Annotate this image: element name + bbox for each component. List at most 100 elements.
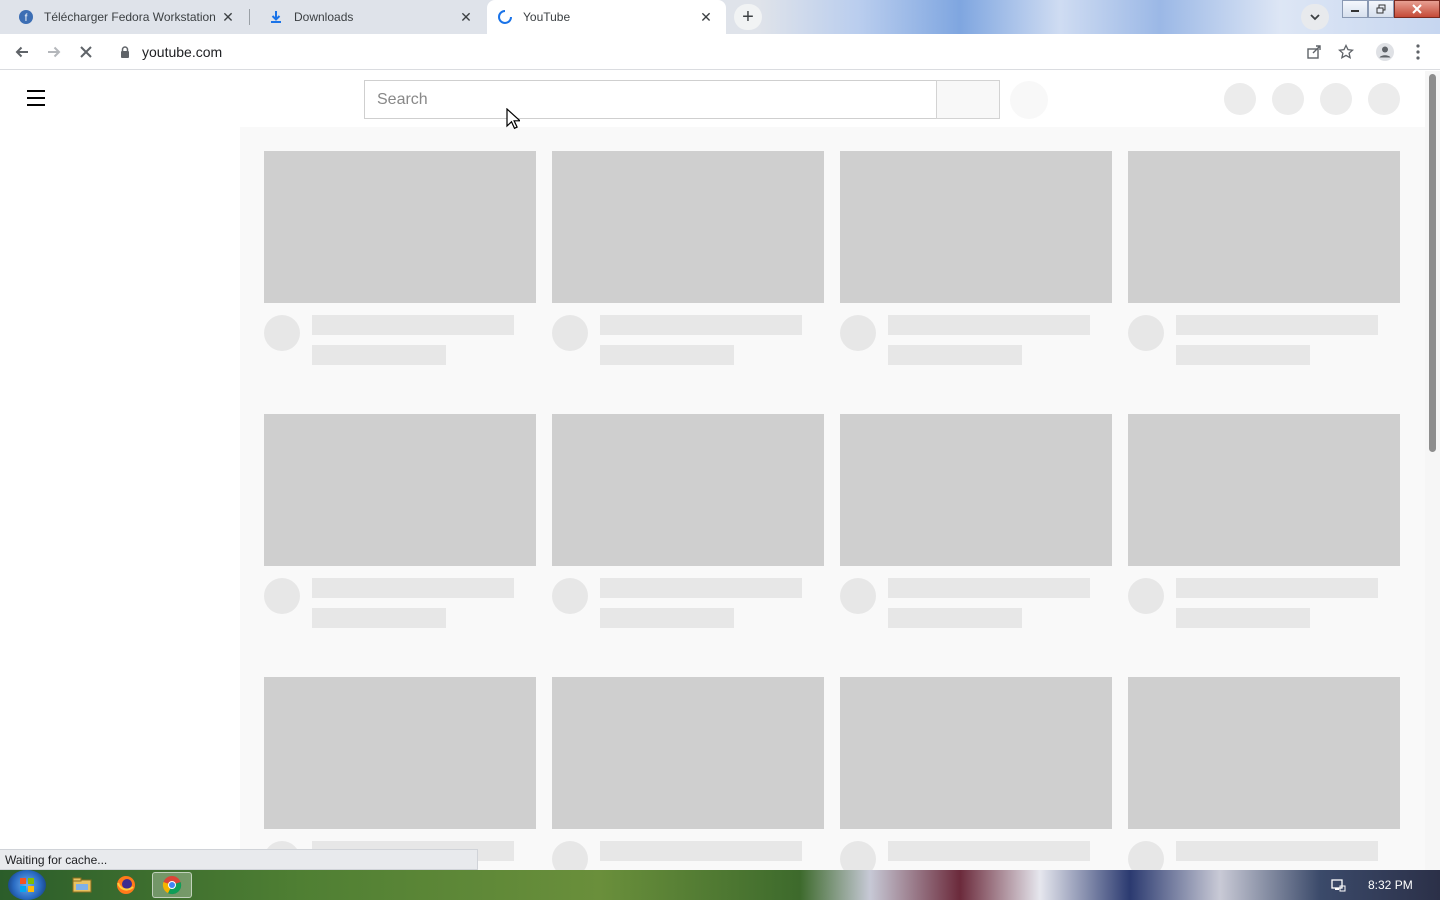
- metadata-placeholder: [312, 345, 446, 365]
- forward-button[interactable]: [42, 40, 66, 64]
- taskbar-file-explorer[interactable]: [62, 872, 102, 898]
- video-card-skeleton[interactable]: [1128, 677, 1400, 870]
- address-bar[interactable]: youtube.com: [112, 38, 1292, 66]
- tab-search-button[interactable]: [1301, 4, 1329, 30]
- restore-icon: [1376, 4, 1386, 14]
- windows-taskbar: 8:32 PM: [0, 870, 1440, 900]
- chrome-icon: [162, 876, 182, 895]
- video-card-skeleton[interactable]: [552, 151, 824, 365]
- youtube-header: [0, 71, 1425, 127]
- title-placeholder: [312, 315, 514, 335]
- page-scrollbar[interactable]: [1425, 71, 1440, 870]
- header-button-placeholder[interactable]: [1272, 83, 1304, 115]
- channel-avatar-placeholder: [552, 578, 588, 614]
- restore-button[interactable]: [1368, 0, 1394, 18]
- video-card-skeleton[interactable]: [264, 677, 536, 870]
- new-tab-button[interactable]: +: [734, 4, 762, 30]
- close-tab-icon[interactable]: ✕: [220, 9, 236, 25]
- stop-loading-button[interactable]: [74, 40, 98, 64]
- share-button[interactable]: [1302, 40, 1326, 64]
- taskbar-chrome[interactable]: [152, 872, 192, 898]
- close-window-button[interactable]: [1394, 0, 1440, 18]
- taskbar-firefox[interactable]: [106, 872, 146, 898]
- video-grid: [240, 127, 1425, 870]
- thumbnail-placeholder: [264, 677, 536, 829]
- video-card-skeleton[interactable]: [840, 151, 1112, 365]
- minimize-button[interactable]: [1342, 0, 1368, 18]
- video-card-skeleton[interactable]: [552, 414, 824, 628]
- loading-spinner-icon: [497, 9, 513, 25]
- thumbnail-placeholder: [552, 151, 824, 303]
- more-vertical-icon: [1416, 44, 1420, 60]
- tab-downloads[interactable]: Downloads ✕: [250, 0, 486, 34]
- avatar-icon: [1376, 43, 1394, 61]
- share-icon: [1307, 45, 1321, 59]
- title-placeholder: [600, 315, 802, 335]
- download-icon: [268, 9, 284, 25]
- minimize-icon: [1351, 10, 1359, 12]
- firefox-icon: [117, 876, 135, 894]
- thumbnail-placeholder: [552, 677, 824, 829]
- arrow-right-icon: [48, 46, 61, 58]
- file-explorer-icon: [72, 877, 92, 893]
- url-text: youtube.com: [142, 44, 223, 60]
- title-placeholder: [1176, 841, 1378, 861]
- close-icon: [80, 46, 92, 58]
- thumbnail-placeholder: [1128, 677, 1400, 829]
- video-card-skeleton[interactable]: [1128, 151, 1400, 365]
- video-card-skeleton[interactable]: [840, 414, 1112, 628]
- channel-avatar-placeholder: [264, 578, 300, 614]
- channel-avatar-placeholder: [1128, 841, 1164, 870]
- title-placeholder: [888, 315, 1090, 335]
- title-placeholder: [888, 578, 1090, 598]
- thumbnail-placeholder: [840, 677, 1112, 829]
- channel-avatar-placeholder: [264, 315, 300, 351]
- back-button[interactable]: [10, 40, 34, 64]
- scrollbar-thumb[interactable]: [1429, 74, 1436, 452]
- tab-strip: f Télécharger Fedora Workstation ✕ Downl…: [0, 0, 1440, 34]
- header-button-placeholder[interactable]: [1320, 83, 1352, 115]
- metadata-placeholder: [600, 608, 734, 628]
- tab-youtube[interactable]: YouTube ✕: [487, 0, 726, 34]
- start-button[interactable]: [8, 870, 46, 900]
- tab-fedora[interactable]: f Télécharger Fedora Workstation ✕: [0, 0, 248, 34]
- network-icon[interactable]: [1330, 877, 1346, 893]
- tab-label: Downloads: [294, 10, 354, 24]
- thumbnail-placeholder: [1128, 151, 1400, 303]
- chevron-down-icon: [1310, 14, 1320, 21]
- metadata-placeholder: [312, 608, 446, 628]
- star-icon: [1338, 44, 1354, 59]
- svg-text:f: f: [25, 13, 28, 24]
- channel-avatar-placeholder: [552, 315, 588, 351]
- tab-label: YouTube: [523, 10, 571, 24]
- youtube-page: [0, 71, 1440, 870]
- title-placeholder: [600, 578, 802, 598]
- header-button-placeholder[interactable]: [1224, 83, 1256, 115]
- bookmark-button[interactable]: [1334, 40, 1358, 64]
- title-placeholder: [888, 841, 1090, 861]
- thumbnail-placeholder: [1128, 414, 1400, 566]
- title-placeholder: [1176, 315, 1378, 335]
- title-placeholder: [1176, 578, 1378, 598]
- browser-menu-button[interactable]: [1406, 40, 1430, 64]
- video-card-skeleton[interactable]: [840, 677, 1112, 870]
- title-placeholder: [600, 841, 802, 861]
- header-button-placeholder[interactable]: [1368, 83, 1400, 115]
- video-card-skeleton[interactable]: [264, 414, 536, 628]
- arrow-left-icon: [15, 46, 28, 58]
- menu-icon[interactable]: [24, 86, 48, 110]
- video-card-skeleton[interactable]: [552, 677, 824, 870]
- video-card-skeleton[interactable]: [1128, 414, 1400, 628]
- taskbar-clock[interactable]: 8:32 PM: [1368, 878, 1413, 892]
- search-input[interactable]: [364, 80, 937, 119]
- channel-avatar-placeholder: [552, 841, 588, 870]
- channel-avatar-placeholder: [840, 841, 876, 870]
- voice-search-button[interactable]: [1010, 81, 1048, 119]
- video-card-skeleton[interactable]: [264, 151, 536, 365]
- search-button[interactable]: [936, 80, 1000, 119]
- close-tab-icon[interactable]: ✕: [698, 9, 714, 25]
- close-tab-icon[interactable]: ✕: [458, 9, 474, 25]
- profile-button[interactable]: [1373, 40, 1397, 64]
- close-icon: [1412, 4, 1422, 14]
- status-bubble: Waiting for cache...: [0, 849, 478, 870]
